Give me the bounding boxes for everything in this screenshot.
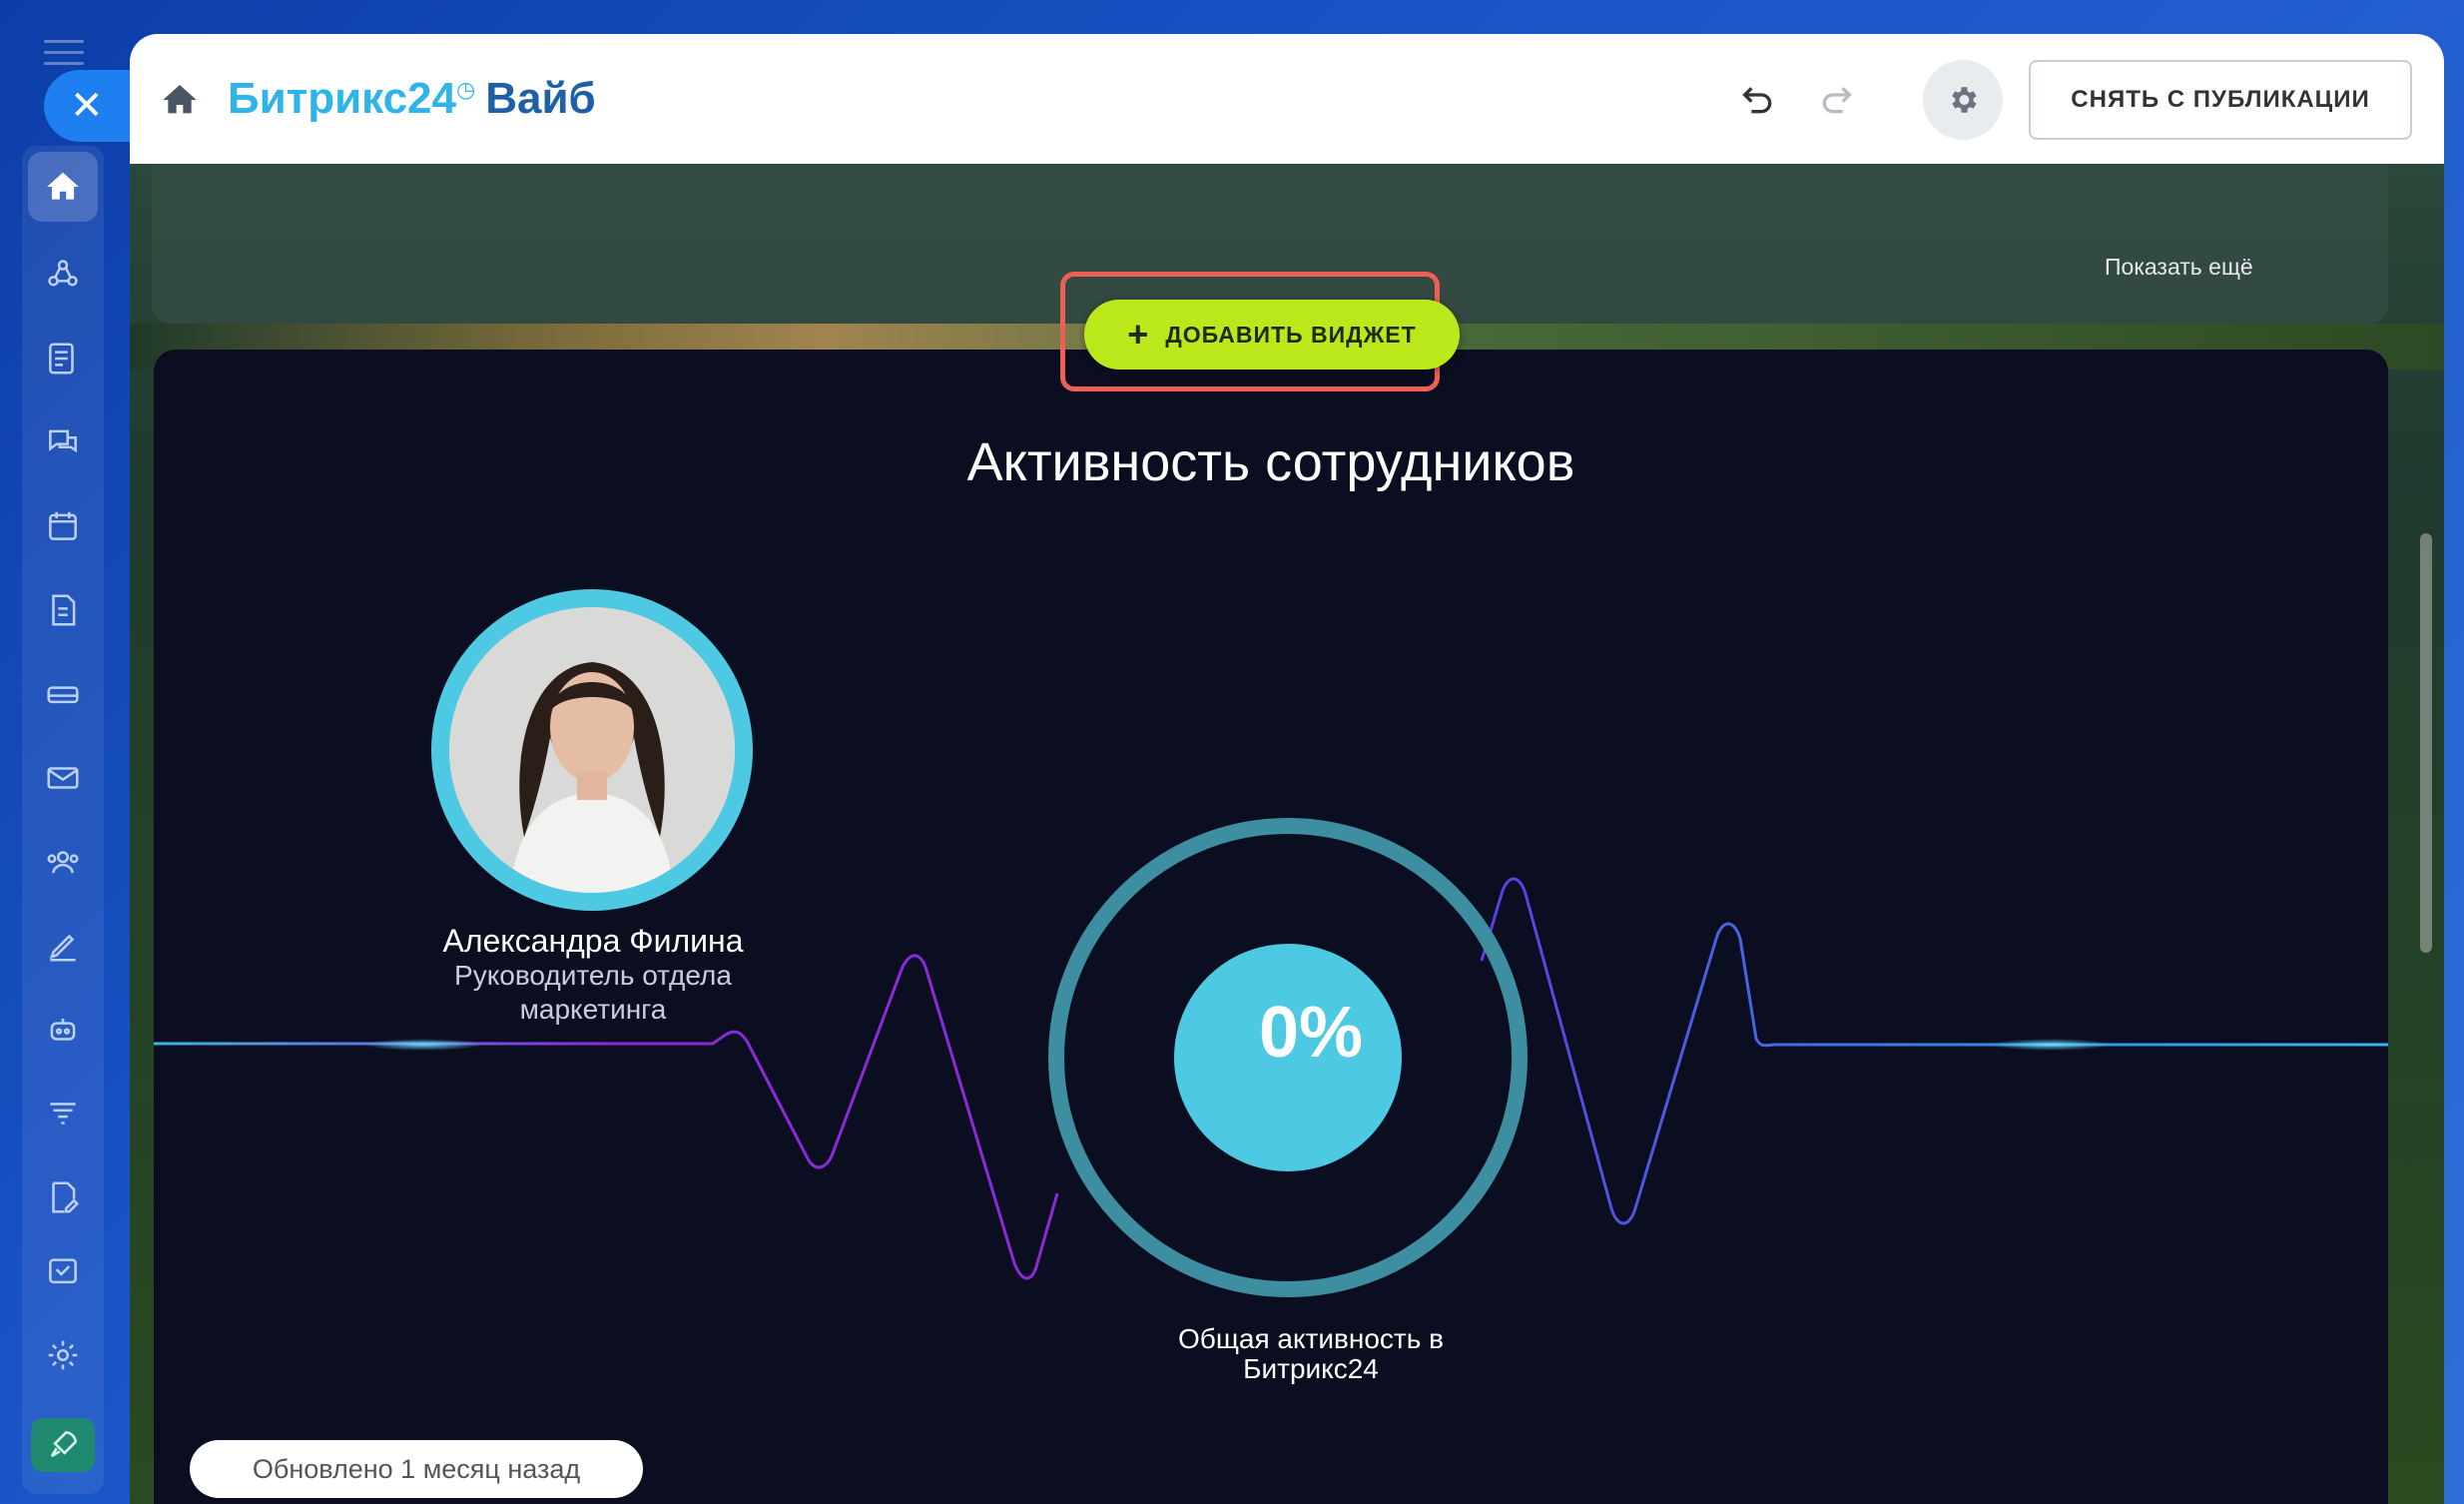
pen-icon <box>49 934 76 962</box>
sidebar-item-storage[interactable] <box>28 659 98 729</box>
undo-icon[interactable] <box>1735 80 1781 120</box>
collab-icon <box>48 260 78 287</box>
avatar <box>449 607 735 893</box>
sidebar-item-robot[interactable] <box>28 995 98 1065</box>
funnel-icon <box>50 1103 76 1125</box>
person-photo <box>449 607 735 893</box>
users-icon <box>47 851 79 874</box>
person-name: Александра Филина <box>442 923 744 959</box>
total-activity-label: Общая активность в Битрикс24 <box>1178 1323 1444 1384</box>
redo-icon[interactable] <box>1813 80 1859 120</box>
clock-icon: ◷ <box>456 77 476 103</box>
sidebar-item-funnel[interactable] <box>28 1079 98 1148</box>
feed-icon <box>49 343 74 375</box>
mail-icon <box>47 767 79 789</box>
robot-icon <box>50 1018 76 1041</box>
sidebar-item-settings[interactable] <box>28 1320 98 1390</box>
document-icon <box>52 594 76 626</box>
settings-icon <box>48 1340 78 1370</box>
home-icon <box>47 172 79 200</box>
unpublish-button[interactable]: СНЯТЬ С ПУБЛИКАЦИИ <box>2029 60 2412 140</box>
tasks-icon <box>49 1258 77 1284</box>
sidebar-item-sign[interactable] <box>28 1162 98 1232</box>
home-icon[interactable] <box>160 80 200 120</box>
activity-percent: 0% <box>1258 993 1364 1073</box>
gear-icon <box>1952 87 1977 113</box>
avatar-ring[interactable] <box>431 589 753 911</box>
brand-product: Вайб <box>485 74 596 123</box>
sidebar-item-tasks[interactable] <box>28 1246 98 1286</box>
sign-document-icon <box>52 1181 80 1213</box>
sidebar-item-chat[interactable] <box>28 407 98 477</box>
sidebar-item-collab[interactable] <box>28 240 98 310</box>
sidebar-item-home[interactable] <box>28 152 98 222</box>
sidebar-item-rocket[interactable] <box>31 1418 95 1472</box>
glow-right <box>1991 1039 2111 1051</box>
brand-name: Битрикс24 <box>228 74 457 123</box>
add-widget-button[interactable]: + ДОБАВИТЬ ВИДЖЕТ <box>1084 300 1460 370</box>
sidebar-item-documents[interactable] <box>28 575 98 645</box>
close-button[interactable]: ✕ <box>44 70 134 142</box>
sidebar-item-mail[interactable] <box>28 743 98 813</box>
wave-right <box>1480 877 2388 1225</box>
editor-window: Показать ещё Битрикс24◷ Вайб СНЯТЬ С ПУБЛ… <box>130 34 2444 1504</box>
glow-left <box>363 1039 483 1051</box>
add-widget-label: ДОБАВИТЬ ВИДЖЕТ <box>1165 321 1417 348</box>
activity-widget: Активность сотрудников Александра Филина… <box>154 350 2388 1504</box>
scrollbar[interactable] <box>2420 533 2432 953</box>
calendar-icon <box>49 511 77 540</box>
updated-badge: Обновлено 1 месяц назад <box>190 1440 643 1498</box>
top-toolbar: Битрикс24◷ Вайб СНЯТЬ С ПУБЛИКАЦИИ <box>130 34 2444 164</box>
sidebar-item-feed[interactable] <box>28 324 98 393</box>
plus-icon: + <box>1127 314 1150 355</box>
menu-icon[interactable] <box>44 40 84 68</box>
person-role: Руководитель отдела маркетинга <box>454 960 732 1025</box>
storage-icon <box>47 686 79 704</box>
left-sidebar: ✕ <box>0 0 134 1504</box>
settings-button[interactable] <box>1923 60 2003 140</box>
show-more-link[interactable]: Показать ещё <box>2105 254 2253 281</box>
rocket-icon <box>50 1431 77 1458</box>
chat-icon <box>49 429 77 453</box>
sidebar-item-pen[interactable] <box>28 911 98 981</box>
sidebar-item-calendar[interactable] <box>28 491 98 561</box>
sidebar-item-users[interactable] <box>28 827 98 897</box>
brand-logo: Битрикс24◷ Вайб <box>228 74 596 124</box>
